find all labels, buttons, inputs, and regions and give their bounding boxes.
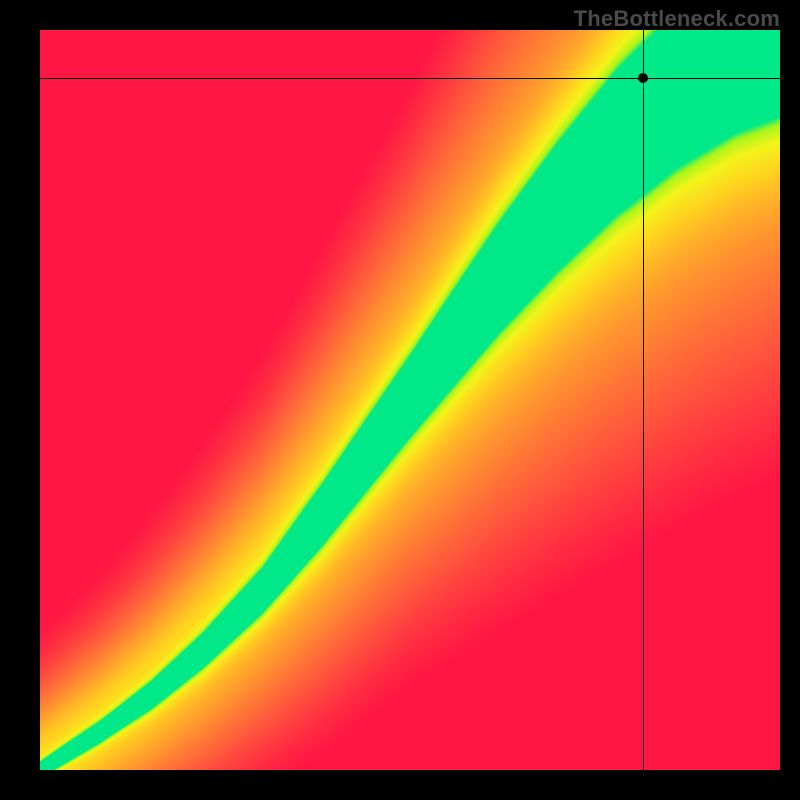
- crosshair-horizontal: [40, 78, 780, 79]
- watermark-text: TheBottleneck.com: [574, 6, 780, 32]
- bottleneck-heatmap: [40, 30, 780, 770]
- chart-container: TheBottleneck.com: [0, 0, 800, 800]
- crosshair-vertical: [643, 30, 644, 770]
